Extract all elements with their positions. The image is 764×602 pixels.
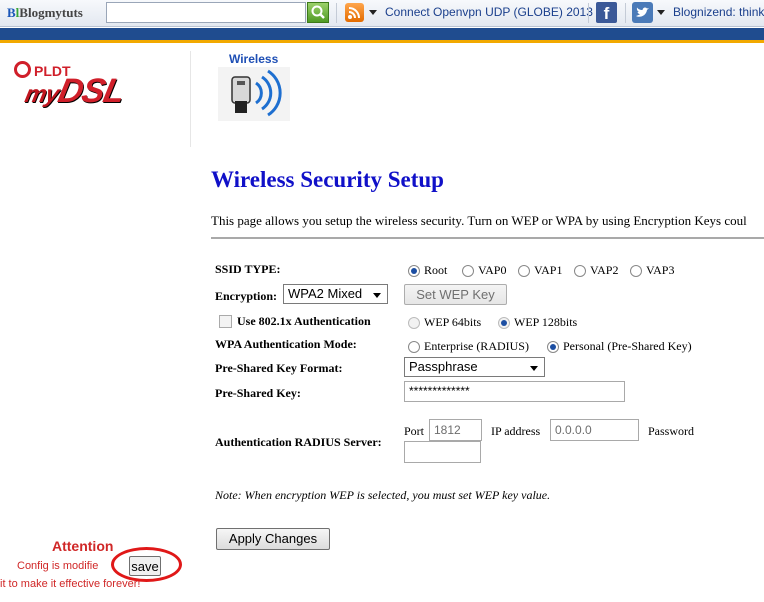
password-label: Password — [648, 424, 695, 438]
section-divider — [211, 237, 764, 239]
radius-port-input[interactable]: 1812 — [429, 419, 482, 441]
search-icon[interactable] — [307, 2, 329, 23]
ssid-vap3-option[interactable]: VAP3 — [630, 263, 674, 278]
nav-item-wireless[interactable]: Wireless — [229, 52, 278, 66]
chevron-down-icon[interactable] — [657, 10, 665, 15]
toolbar-logo-text: Blogmytuts — [19, 5, 83, 20]
set-wep-key-button[interactable]: Set WEP Key — [404, 284, 507, 305]
psk-format-value: Passphrase — [409, 359, 478, 374]
auth-personal-option[interactable]: Personal (Pre-Shared Key) — [547, 339, 692, 354]
chevron-down-icon — [373, 293, 381, 298]
toolbar-logo[interactable]: BlBlogmytuts — [7, 5, 83, 21]
toolbar-separator — [336, 3, 337, 23]
encryption-label: Encryption: — [215, 289, 278, 303]
left-menu-panel — [0, 147, 191, 602]
toolbar-link-blognizend[interactable]: Blognizend: think — [673, 5, 764, 19]
encryption-select-value: WPA2 Mixed — [288, 286, 363, 301]
radio-icon[interactable] — [408, 316, 420, 329]
attention-message: Config is modifie — [17, 560, 99, 572]
wireless-adapter-icon[interactable] — [218, 67, 290, 121]
ssid-vap0-option[interactable]: VAP0 — [462, 263, 506, 278]
toolbar-separator — [625, 3, 626, 23]
use-8021x-label: Use 802.1x Authentication — [237, 314, 371, 328]
wep-128bits-option[interactable]: WEP 128bits — [498, 315, 577, 330]
wep-note: Note: When encryption WEP is selected, y… — [215, 488, 551, 502]
ssid-vap1-option[interactable]: VAP1 — [518, 263, 562, 278]
top-nav — [215, 51, 764, 147]
toolbar-separator — [588, 3, 589, 23]
page-description: This page allows you setup the wireless … — [211, 213, 747, 228]
chevron-down-icon[interactable] — [369, 10, 377, 15]
apply-changes-button[interactable]: Apply Changes — [216, 528, 330, 550]
radio-icon[interactable] — [547, 340, 559, 353]
radio-icon[interactable] — [408, 264, 420, 277]
attention-title: Attention — [52, 538, 114, 554]
auth-enterprise-option[interactable]: Enterprise (RADIUS) — [408, 339, 529, 354]
brand-mydsl-logo: myDSL — [22, 72, 128, 111]
use-8021x-checkbox[interactable] — [219, 315, 232, 328]
radius-server-label: Authentication RADIUS Server: — [215, 435, 382, 449]
psk-input[interactable]: ************* — [404, 381, 625, 402]
ip-address-label: IP address — [491, 424, 541, 438]
port-label: Port — [404, 424, 425, 438]
wep-64bits-option[interactable]: WEP 64bits — [408, 315, 481, 330]
ssid-root-option[interactable]: Root — [408, 263, 447, 278]
encryption-select[interactable]: WPA2 Mixed — [283, 284, 388, 304]
header-bar — [0, 28, 764, 40]
radio-icon[interactable] — [518, 264, 530, 277]
psk-label: Pre-Shared Key: — [215, 386, 301, 400]
radio-icon[interactable] — [630, 264, 642, 277]
radius-ip-input[interactable]: 0.0.0.0 — [550, 419, 639, 441]
rss-icon[interactable] — [345, 3, 364, 22]
header-accent-bar — [0, 40, 764, 43]
toolbar-link-openvpn[interactable]: Connect Openvpn UDP (GLOBE) 2013 — [385, 5, 593, 19]
facebook-icon[interactable]: f — [596, 2, 617, 23]
psk-format-select[interactable]: Passphrase — [404, 357, 545, 377]
radio-icon[interactable] — [498, 316, 510, 329]
radio-icon[interactable] — [462, 264, 474, 277]
twitter-icon[interactable] — [632, 2, 653, 23]
brand-dsl: DSL — [54, 72, 128, 110]
chevron-down-icon — [530, 366, 538, 371]
toolbar-search-input[interactable] — [106, 2, 306, 23]
save-button[interactable]: save — [129, 556, 161, 576]
browser-toolbar: BlBlogmytuts Connect Openvpn UDP (GLOBE)… — [0, 0, 764, 27]
wpa-auth-mode-label: WPA Authentication Mode: — [215, 337, 357, 351]
radio-icon[interactable] — [408, 340, 420, 353]
ssid-vap2-option[interactable]: VAP2 — [574, 263, 618, 278]
ssid-type-label: SSID TYPE: — [215, 262, 281, 276]
attention-message-2: it to make it effective forever! — [0, 578, 141, 590]
use-8021x-checkbox-row[interactable]: Use 802.1x Authentication — [219, 314, 371, 329]
page-title: Wireless Security Setup — [211, 167, 444, 192]
psk-format-label: Pre-Shared Key Format: — [215, 361, 343, 375]
radius-password-input[interactable] — [404, 441, 481, 463]
radio-icon[interactable] — [574, 264, 586, 277]
